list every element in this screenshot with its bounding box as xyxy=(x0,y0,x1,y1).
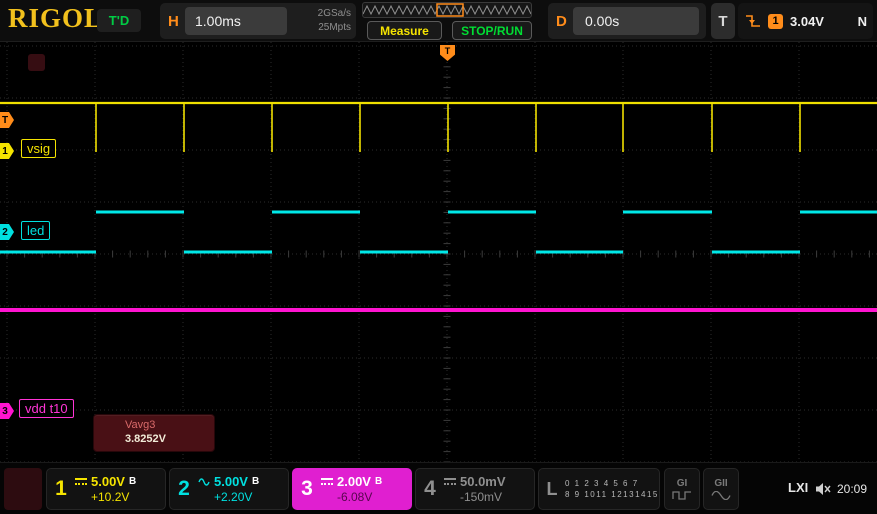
timebase-value[interactable]: 1.00ms xyxy=(185,7,287,35)
channel2-bandwidth-badge: B xyxy=(251,476,260,487)
channel1-status[interactable]: 1 5.00V B +10.2V xyxy=(46,468,166,510)
generator2-label: GII xyxy=(714,478,728,489)
sine-wave-icon xyxy=(711,491,731,500)
horizontal-panel: H 1.00ms 2GSa/s 25Mpts xyxy=(160,3,356,39)
trigger-panel: T 1 3.04V N xyxy=(711,3,873,39)
top-status-bar: RIGOL T'D H 1.00ms 2GSa/s 25Mpts Measure… xyxy=(0,0,877,42)
trigger-label: T xyxy=(711,3,735,39)
channel3-bandwidth-badge: B xyxy=(374,476,383,487)
trigger-source-badge: 1 xyxy=(768,13,783,29)
delay-panel: D 0.00s xyxy=(548,3,706,39)
speaker-muted-icon xyxy=(815,482,831,501)
channel4-scale: 50.0mV xyxy=(460,474,506,489)
acquisition-rates: 2GSa/s 25Mpts xyxy=(318,7,351,35)
memory-depth: 25Mpts xyxy=(318,22,351,33)
generator2-status[interactable]: GII xyxy=(703,468,739,510)
sample-rate: 2GSa/s xyxy=(317,8,351,19)
dc-coupling-icon xyxy=(75,478,87,485)
menu-back-button[interactable] xyxy=(28,54,45,71)
channel1-annotation: vsig xyxy=(21,139,57,158)
digital-row1: 0 1 2 3 4 5 6 7 xyxy=(565,479,639,488)
waveform-display: T T 1 2 3 vsig led vdd t10 Vavg3 3.8252V xyxy=(0,42,877,462)
channel3-status[interactable]: 3 2.00V B -6.08V xyxy=(292,468,412,510)
measure-button[interactable]: Measure xyxy=(367,21,442,40)
digital-row2: 8 9 1011 12131415 xyxy=(565,490,659,499)
lxi-indicator: LXI xyxy=(788,480,809,495)
channel2-number: 2 xyxy=(178,477,190,500)
channel4-number: 4 xyxy=(424,477,436,500)
channel1-number: 1 xyxy=(55,477,67,500)
oscilloscope-screen: RIGOL T'D H 1.00ms 2GSa/s 25Mpts Measure… xyxy=(0,0,877,514)
measurement-popup: Vavg3 3.8252V xyxy=(93,414,215,452)
delay-label: D xyxy=(556,13,567,30)
trigger-slope-icon xyxy=(744,13,762,29)
channel1-offset: +10.2V xyxy=(91,490,130,504)
generator1-label: GI xyxy=(676,478,688,489)
measurement-name: Vavg3 xyxy=(125,419,156,431)
system-clock: 20:09 xyxy=(837,482,868,496)
channel1-bandwidth-badge: B xyxy=(128,476,137,487)
trigger-level-value: 3.04V xyxy=(790,13,824,29)
channel1-scale: 5.00V xyxy=(91,474,125,489)
channel3-annotation: vdd t10 xyxy=(19,399,74,418)
waveform-canvas xyxy=(0,42,877,462)
menu-button[interactable] xyxy=(4,468,42,510)
dc-coupling-icon xyxy=(444,478,456,485)
channel4-offset: -150mV xyxy=(460,490,503,504)
measurement-value: 3.8252V xyxy=(125,433,166,445)
ac-coupling-icon xyxy=(198,477,210,486)
digital-channel-list: 0 1 2 3 4 5 6 7 8 9 1011 12131415 xyxy=(565,478,659,500)
delay-value[interactable]: 0.00s xyxy=(573,7,699,35)
dc-coupling-icon xyxy=(321,478,333,485)
channel3-scale: 2.00V xyxy=(337,474,371,489)
stop-run-button[interactable]: STOP/RUN xyxy=(452,21,532,40)
horizontal-label: H xyxy=(168,13,179,30)
trigger-settings[interactable]: 1 3.04V N xyxy=(738,3,873,39)
trigger-status-badge: T'D xyxy=(97,9,141,32)
generator1-status[interactable]: GI xyxy=(664,468,700,510)
channel3-number: 3 xyxy=(301,477,313,500)
channel2-scale: 5.00V xyxy=(214,474,248,489)
channel4-status[interactable]: 4 50.0mV -150mV xyxy=(415,468,535,510)
bottom-status-bar: 1 5.00V B +10.2V 2 5.00V B +2.20V 3 2.00… xyxy=(0,462,877,514)
memory-position-strip[interactable] xyxy=(362,2,532,18)
channel2-annotation: led xyxy=(21,221,51,240)
digital-channels-status[interactable]: L 0 1 2 3 4 5 6 7 8 9 1011 12131415 xyxy=(538,468,660,510)
trigger-mode: N xyxy=(857,13,867,29)
rigol-logo: RIGOL xyxy=(8,3,104,33)
channel3-offset: -6.08V xyxy=(337,490,373,504)
channel2-offset: +2.20V xyxy=(214,490,253,504)
square-wave-icon xyxy=(672,491,691,500)
channel2-status[interactable]: 2 5.00V B +2.20V xyxy=(169,468,289,510)
digital-label: L xyxy=(546,478,558,499)
memory-waveform-icon xyxy=(362,3,532,17)
